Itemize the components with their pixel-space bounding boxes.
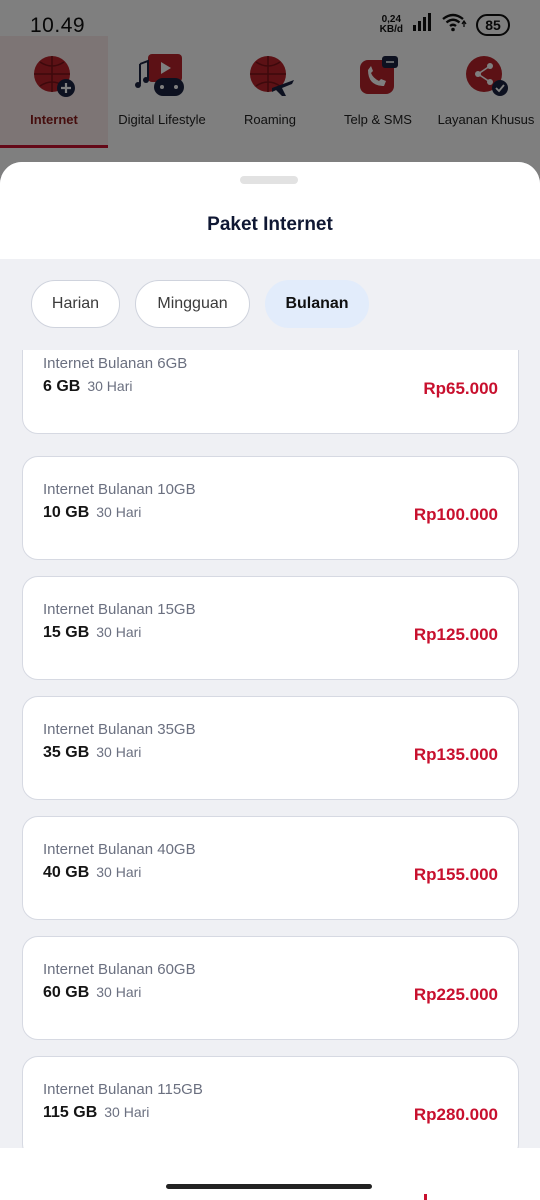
package-card[interactable]: Internet Bulanan 60GB 60 GB 30 Hari Rp22…: [22, 936, 519, 1040]
package-duration: 30 Hari: [87, 378, 133, 394]
package-duration: 30 Hari: [96, 984, 142, 1000]
package-quota: 35 GB 30 Hari: [43, 744, 141, 762]
package-quota: 115 GB 30 Hari: [43, 1104, 149, 1122]
package-duration: 30 Hari: [96, 504, 142, 520]
package-quota-gb: 6 GB: [43, 378, 81, 395]
package-price: Rp280.000: [413, 1105, 498, 1124]
package-duration: 30 Hari: [96, 624, 142, 640]
tab-harian[interactable]: Harian: [31, 280, 120, 328]
package-name: Internet Bulanan 6GB: [43, 355, 188, 372]
package-quota: 10 GB 30 Hari: [43, 504, 141, 522]
package-price: Rp155.000: [413, 865, 498, 884]
package-quota: 6 GB 30 Hari: [43, 378, 132, 396]
package-quota: 15 GB 30 Hari: [43, 624, 141, 642]
package-name: Internet Bulanan 35GB: [43, 721, 196, 738]
package-price: Rp135.000: [413, 745, 498, 764]
package-card[interactable]: Internet Bulanan 35GB 35 GB 30 Hari Rp13…: [22, 696, 519, 800]
package-card[interactable]: Internet Bulanan 10GB 10 GB 30 Hari Rp10…: [22, 456, 519, 560]
gesture-nav-bar: [0, 1148, 540, 1200]
package-quota-gb: 115 GB: [43, 1104, 98, 1121]
package-name: Internet Bulanan 60GB: [43, 961, 196, 978]
package-list[interactable]: Internet Bulanan 6GB 6 GB 30 Hari Rp65.0…: [0, 350, 540, 1150]
package-name: Internet Bulanan 40GB: [43, 841, 196, 858]
package-name: Internet Bulanan 15GB: [43, 601, 196, 618]
sheet-header: Paket Internet: [0, 162, 540, 259]
period-tabs: Harian Mingguan Bulanan: [31, 280, 369, 328]
package-card[interactable]: Internet Bulanan 15GB 15 GB 30 Hari Rp12…: [22, 576, 519, 680]
package-quota-gb: 15 GB: [43, 624, 90, 641]
package-price: Rp100.000: [413, 505, 498, 524]
bottom-sheet: Paket Internet Harian Mingguan Bulanan I…: [0, 162, 540, 1200]
package-card[interactable]: Internet Bulanan 115GB 115 GB 30 Hari Rp…: [22, 1056, 519, 1150]
package-quota-gb: 40 GB: [43, 864, 90, 881]
nav-accent-mark: [424, 1194, 427, 1200]
package-quota-gb: 60 GB: [43, 984, 90, 1001]
package-card[interactable]: Internet Bulanan 6GB 6 GB 30 Hari Rp65.0…: [22, 350, 519, 434]
package-name: Internet Bulanan 115GB: [43, 1081, 203, 1098]
package-quota-gb: 10 GB: [43, 504, 90, 521]
package-duration: 30 Hari: [96, 864, 142, 880]
package-price: Rp125.000: [413, 625, 498, 644]
package-card[interactable]: Internet Bulanan 40GB 40 GB 30 Hari Rp15…: [22, 816, 519, 920]
sheet-title: Paket Internet: [207, 214, 333, 235]
drag-handle[interactable]: [240, 176, 298, 184]
package-name: Internet Bulanan 10GB: [43, 481, 196, 498]
tab-bulanan[interactable]: Bulanan: [265, 280, 369, 328]
package-quota: 60 GB 30 Hari: [43, 984, 141, 1002]
package-duration: 30 Hari: [96, 744, 142, 760]
package-quota: 40 GB 30 Hari: [43, 864, 141, 882]
package-duration: 30 Hari: [104, 1104, 150, 1120]
package-quota-gb: 35 GB: [43, 744, 90, 761]
package-price: Rp225.000: [413, 985, 498, 1004]
tab-mingguan[interactable]: Mingguan: [135, 280, 250, 328]
package-price: Rp65.000: [423, 379, 498, 398]
home-indicator[interactable]: [166, 1184, 372, 1189]
